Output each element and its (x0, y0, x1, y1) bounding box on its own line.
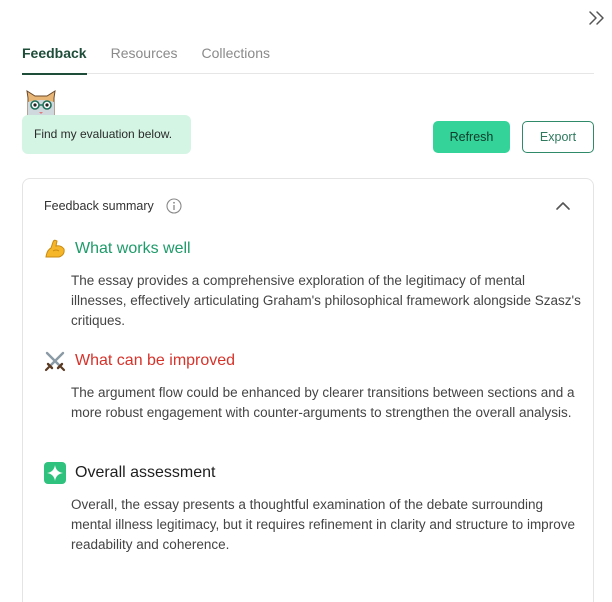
sparkle-icon (43, 461, 67, 485)
tab-feedback[interactable]: Feedback (22, 44, 87, 75)
section-body: Overall, the essay presents a thoughtful… (71, 497, 575, 552)
tab-bar: Feedback Resources Collections (22, 44, 594, 75)
refresh-button[interactable]: Refresh (433, 121, 510, 153)
section-what-can-be-improved: What can be improved (43, 349, 235, 373)
tab-collections[interactable]: Collections (202, 44, 270, 74)
cat-mascot-icon (24, 90, 58, 117)
collapse-panel-icon[interactable] (587, 9, 607, 27)
feedback-summary-title: Feedback summary (44, 199, 154, 213)
flexed-biceps-icon (43, 237, 67, 261)
feedback-summary-header[interactable]: Feedback summary (23, 179, 593, 233)
export-button[interactable]: Export (522, 121, 594, 153)
section-title: What works well (75, 240, 191, 257)
section-body: The essay provides a comprehensive explo… (71, 273, 581, 328)
chevron-up-icon[interactable] (555, 199, 571, 213)
section-title: What can be improved (75, 352, 236, 369)
info-icon[interactable] (166, 198, 182, 214)
assistant-message: Find my evaluation below. (22, 115, 191, 154)
section-body: The argument flow could be enhanced by c… (71, 385, 575, 420)
tab-resources[interactable]: Resources (111, 44, 178, 74)
crossed-swords-icon (43, 349, 67, 373)
feedback-summary-card: Feedback summary What works well The ess… (22, 178, 594, 602)
section-overall-assessment: Overall assessment (43, 461, 216, 485)
section-title: Overall assessment (75, 464, 216, 481)
section-what-works-well: What works well (43, 237, 191, 261)
